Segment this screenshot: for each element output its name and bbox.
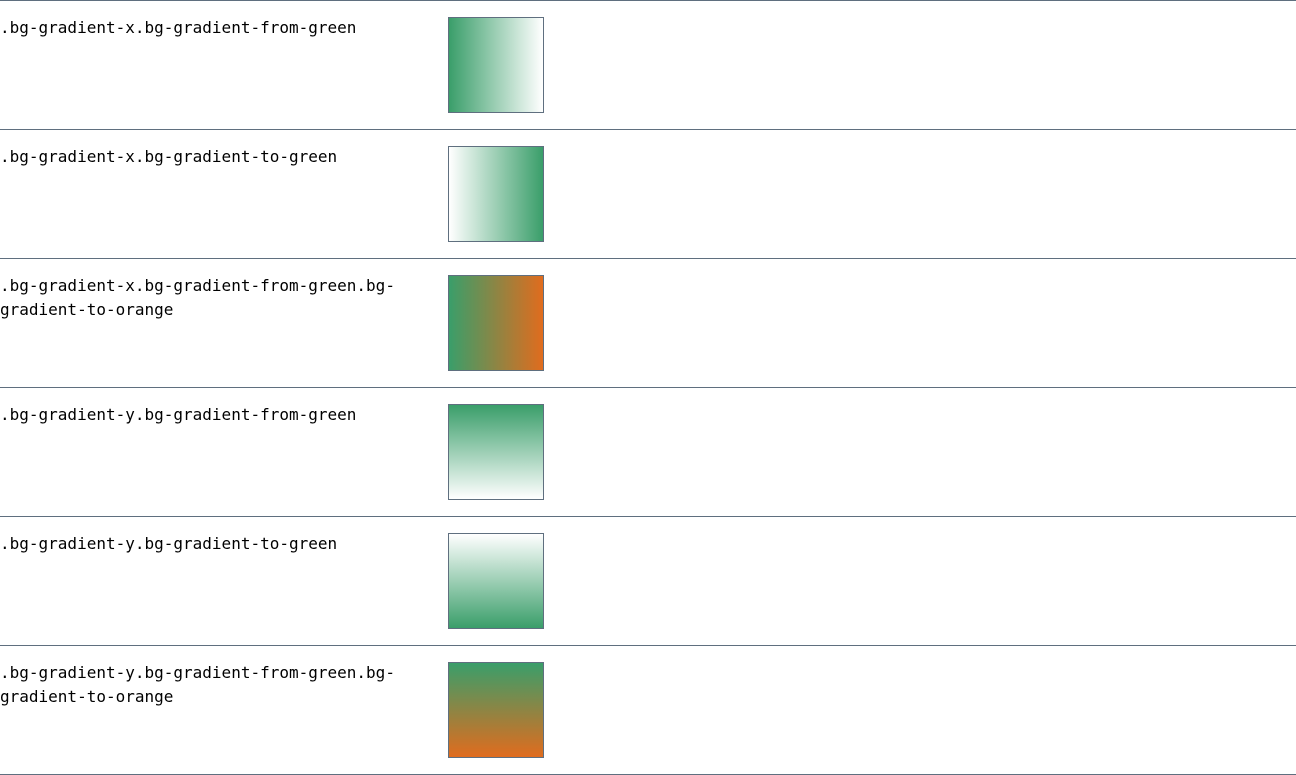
list-item: .bg-gradient-x.bg-gradient-from-green.bg… bbox=[0, 258, 1296, 386]
class-name-label: .bg-gradient-x.bg-gradient-from-green.bg… bbox=[0, 276, 395, 319]
class-name-label: .bg-gradient-y.bg-gradient-from-green bbox=[0, 405, 357, 424]
class-name-label: .bg-gradient-y.bg-gradient-from-green.bg… bbox=[0, 663, 395, 706]
class-name-label: .bg-gradient-y.bg-gradient-to-green bbox=[0, 534, 338, 553]
list-item: .bg-gradient-x.bg-gradient-to-green bbox=[0, 129, 1296, 257]
gradient-swatch bbox=[448, 662, 544, 758]
gradient-swatch bbox=[448, 17, 544, 113]
gradient-swatch bbox=[448, 146, 544, 242]
list-item: .bg-gradient-y.bg-gradient-to-green bbox=[0, 516, 1296, 644]
list-item: .bg-gradient-y.bg-gradient-from-green.bg… bbox=[0, 645, 1296, 775]
class-name-label: .bg-gradient-x.bg-gradient-to-green bbox=[0, 147, 338, 166]
list-item: .bg-gradient-x.bg-gradient-from-green bbox=[0, 0, 1296, 128]
gradient-swatch bbox=[448, 533, 544, 629]
gradient-swatch bbox=[448, 404, 544, 500]
gradient-examples-list: .bg-gradient-x.bg-gradient-from-green .b… bbox=[0, 0, 1296, 775]
gradient-swatch bbox=[448, 275, 544, 371]
list-item: .bg-gradient-y.bg-gradient-from-green bbox=[0, 387, 1296, 515]
class-name-label: .bg-gradient-x.bg-gradient-from-green bbox=[0, 18, 357, 37]
